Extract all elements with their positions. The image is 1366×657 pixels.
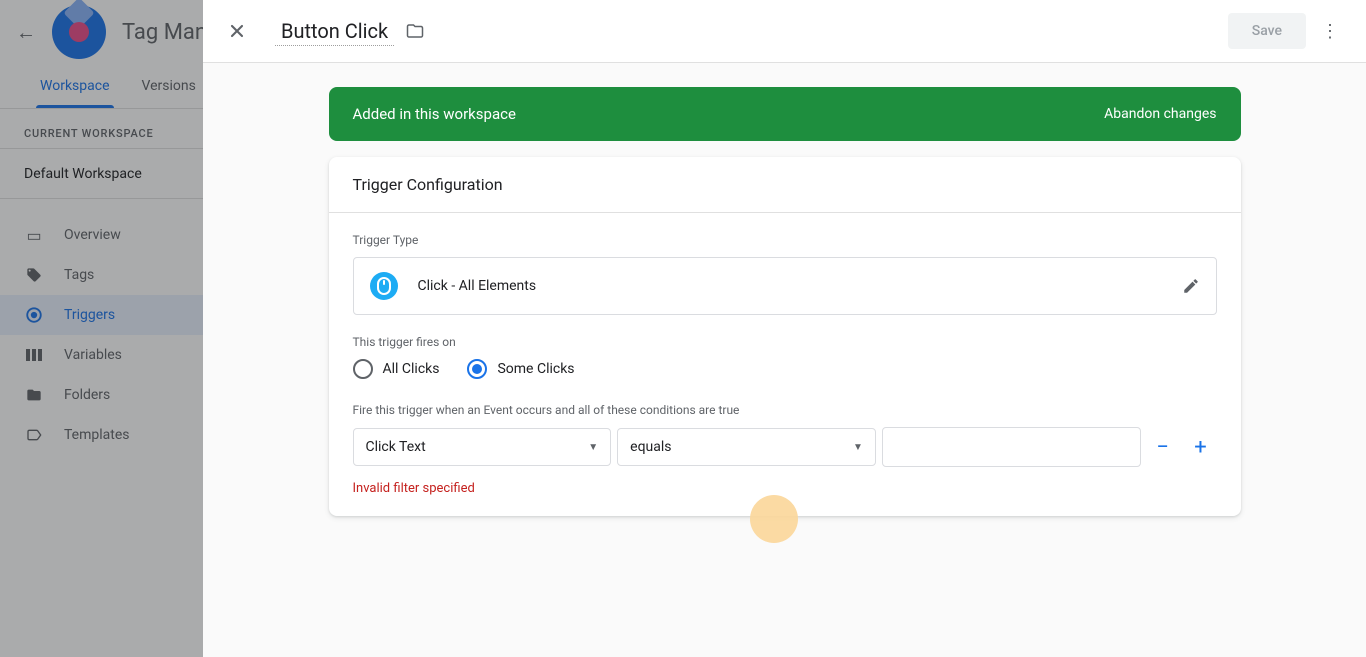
more-menu-icon[interactable]: ⋮ [1318,21,1342,42]
filter-value-input[interactable] [882,427,1141,467]
remove-condition-button[interactable]: − [1147,435,1179,460]
trigger-editor-panel: Button Click Save ⋮ Added in this worksp… [203,0,1366,657]
filter-variable-select[interactable]: Click Text ▼ [353,428,612,466]
card-header: Trigger Configuration [329,157,1241,213]
fires-on-radio-group: All Clicks Some Clicks [353,359,1217,379]
radio-icon [353,359,373,379]
panel-title-input[interactable]: Button Click [275,17,394,46]
banner-text: Added in this workspace [353,105,516,123]
abandon-changes-button[interactable]: Abandon changes [1104,106,1216,122]
add-condition-button[interactable]: + [1185,435,1217,460]
radio-checked-icon [467,359,487,379]
panel-header: Button Click Save ⋮ [203,0,1366,63]
click-trigger-icon [370,272,398,300]
conditions-label: Fire this trigger when an Event occurs a… [353,403,1217,417]
workspace-change-banner: Added in this workspace Abandon changes [329,87,1241,141]
filter-error-text: Invalid filter specified [353,481,1217,496]
trigger-type-selector[interactable]: Click - All Elements [353,257,1217,315]
type-label: Trigger Type [353,233,1217,247]
edit-icon[interactable] [1182,277,1200,295]
filter-condition-row: Click Text ▼ equals ▼ − + [353,427,1217,467]
radio-some-clicks[interactable]: Some Clicks [467,359,574,379]
trigger-type-value: Click - All Elements [418,278,1182,294]
fires-on-label: This trigger fires on [353,335,1217,349]
trigger-config-card: Trigger Configuration Trigger Type Click… [329,157,1241,516]
radio-all-clicks[interactable]: All Clicks [353,359,440,379]
close-icon[interactable] [227,21,247,41]
folder-icon[interactable] [406,22,424,40]
dropdown-arrow-icon: ▼ [853,442,863,453]
panel-body: Added in this workspace Abandon changes … [203,63,1366,657]
dropdown-arrow-icon: ▼ [588,442,598,453]
filter-operator-select[interactable]: equals ▼ [617,428,876,466]
save-button[interactable]: Save [1228,13,1306,49]
